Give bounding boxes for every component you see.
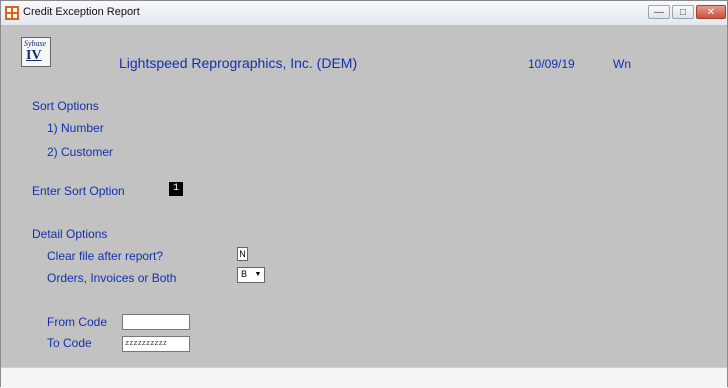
sort-options-heading: Sort Options [32,99,99,113]
clear-file-field[interactable]: N [237,247,248,261]
report-window: Credit Exception Report — □ ✕ Sybase IV … [0,0,728,388]
detail-options-heading: Detail Options [32,227,108,241]
maximize-button[interactable]: □ [672,5,694,19]
chevron-down-icon[interactable]: ▼ [253,269,263,281]
orders-invoices-select[interactable]: B ▼ [237,267,265,283]
close-button[interactable]: ✕ [696,5,726,19]
to-code-input[interactable]: zzzzzzzzzz [122,336,190,352]
sort-option-customer: 2) Customer [47,145,114,159]
app-logo: Sybase IV [21,37,51,67]
status-bar [1,367,727,388]
minimize-button[interactable]: — [648,5,670,19]
orders-invoices-label: Orders, Invoices or Both [47,271,177,285]
title-bar[interactable]: Credit Exception Report — □ ✕ [1,1,727,26]
logo-roman-numeral: IV [26,48,42,63]
sort-option-number: 1) Number [47,121,104,135]
company-name: Lightspeed Reprographics, Inc. (DEM) [119,55,358,71]
enter-sort-option-label: Enter Sort Option [32,184,125,198]
window-title: Credit Exception Report [23,6,140,18]
from-code-label: From Code [47,315,108,329]
logo-script: Sybase [24,39,47,48]
header-user: Wn [613,57,631,71]
to-code-label: To Code [47,336,92,350]
from-code-input[interactable] [122,314,190,330]
header-date: 10/09/19 [528,57,575,71]
sort-option-input[interactable]: 1 [169,182,183,196]
orders-invoices-value: B [241,269,248,279]
app-icon [5,6,19,20]
clear-file-label: Clear file after report? [47,249,164,263]
